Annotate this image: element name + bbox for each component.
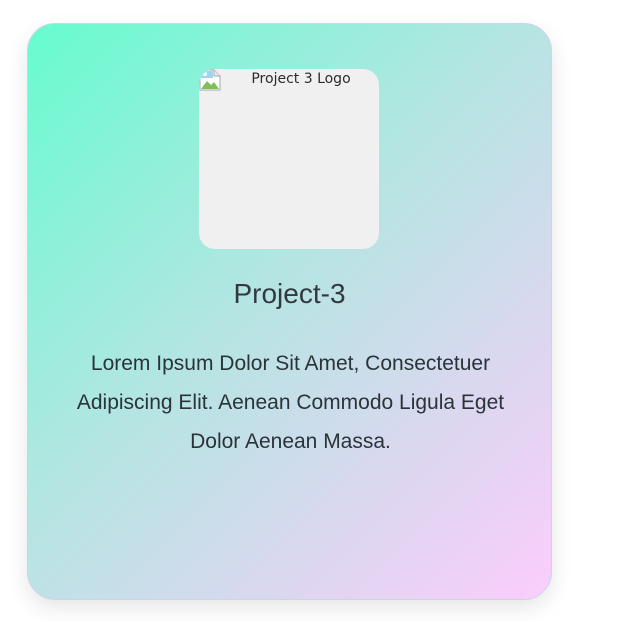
project-description: Lorem Ipsum Dolor Sit Amet, Consectetuer… (76, 352, 505, 453)
project-title: Project-3 (233, 278, 346, 309)
project-logo: Project 3 Logo (199, 69, 379, 249)
project-card: Project 3 Logo Project-3 Lorem Ipsum Dol… (27, 23, 552, 600)
logo-alt-text: Project 3 Logo (251, 71, 351, 87)
